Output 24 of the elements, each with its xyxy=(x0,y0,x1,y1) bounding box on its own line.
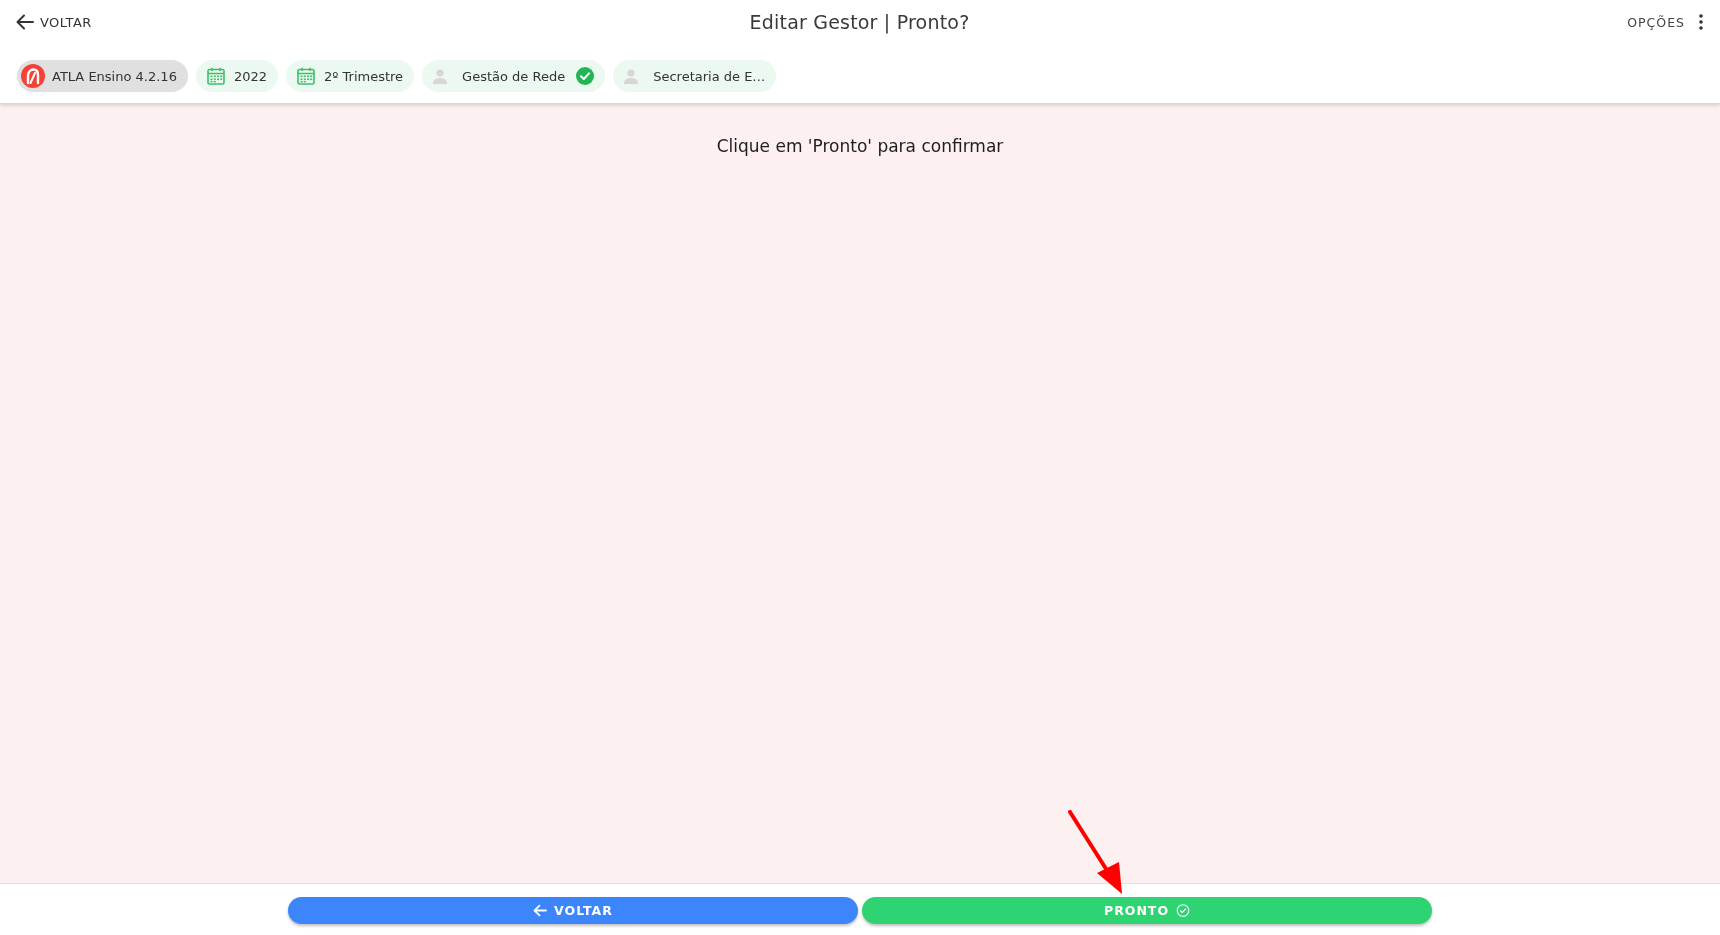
context-chip[interactable]: Secretaria de E… xyxy=(613,60,777,92)
back-button[interactable]: VOLTAR xyxy=(13,12,95,32)
page-title: Editar Gestor | Pronto? xyxy=(749,11,970,33)
chip-label: Gestão de Rede xyxy=(462,68,566,84)
chip-label: 2º Trimestre xyxy=(324,68,404,84)
check-circle-icon xyxy=(1176,904,1190,917)
context-chip[interactable]: Gestão de Rede xyxy=(422,60,606,92)
calendar-icon xyxy=(206,67,225,85)
back-arrow-icon xyxy=(16,14,34,30)
context-chip[interactable]: 2º Trimestre xyxy=(286,60,415,92)
context-chip[interactable]: 2022 xyxy=(195,60,278,92)
person-icon xyxy=(433,68,448,84)
calendar-icon xyxy=(297,67,315,85)
chip-label: 2022 xyxy=(233,68,267,84)
back-button[interactable]: VOLTAR xyxy=(288,897,858,924)
context-chip[interactable]: ATLA Ensino 4.2.16 xyxy=(17,60,188,92)
options-button[interactable]: OPÇÕES xyxy=(1627,12,1685,32)
chip-label: Secretaria de E… xyxy=(653,68,766,84)
app-logo-icon xyxy=(21,64,45,88)
instruction-text: Clique em 'Pronto' para confirmar xyxy=(716,136,1004,156)
more-menu-icon[interactable] xyxy=(1699,14,1703,30)
chip-label: ATLA Ensino 4.2.16 xyxy=(52,68,177,84)
back-arrow-icon xyxy=(533,904,548,917)
person-icon xyxy=(624,68,639,84)
